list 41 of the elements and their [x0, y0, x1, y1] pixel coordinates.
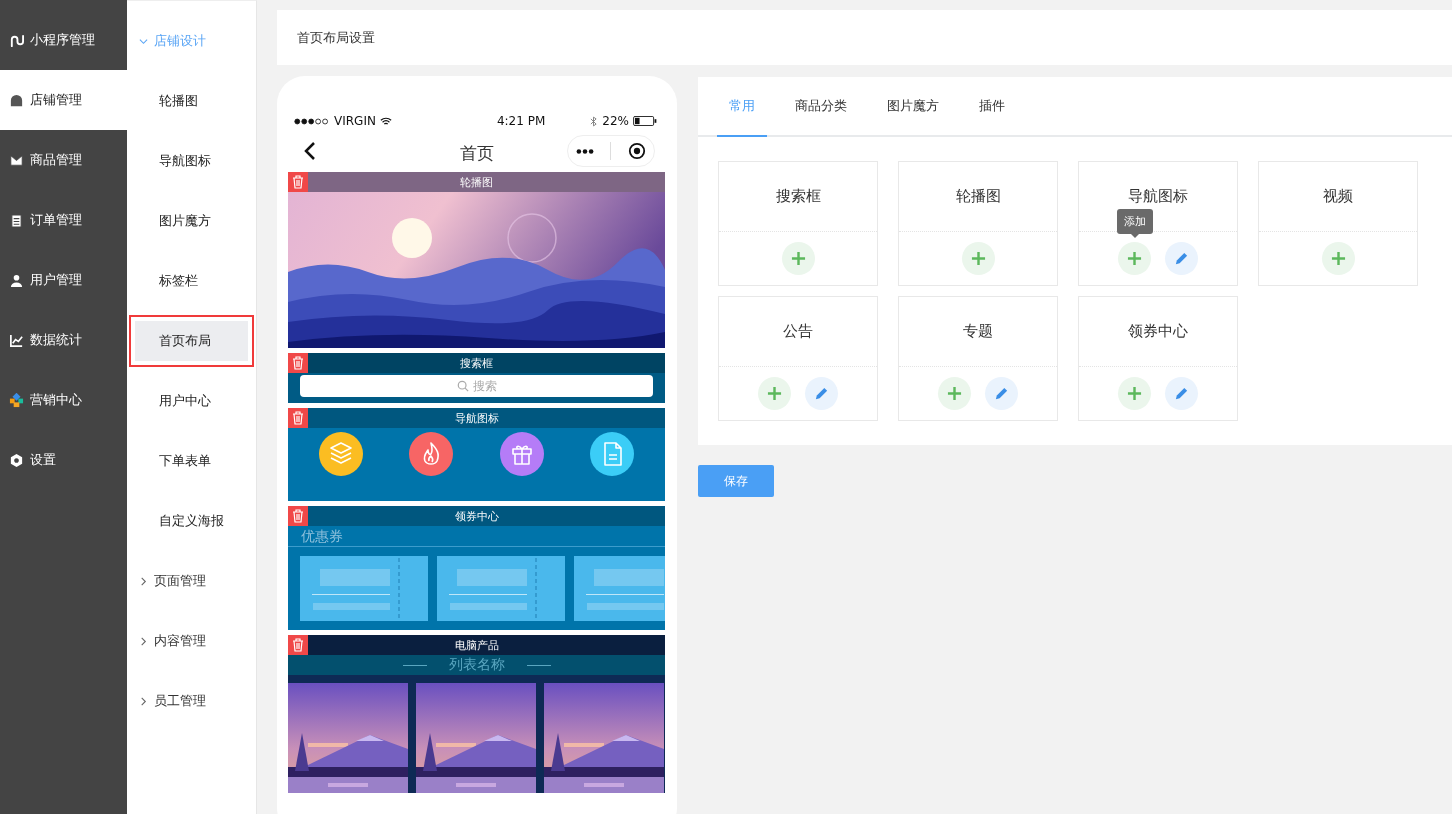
sidebar-item[interactable]: 用户管理: [0, 250, 127, 310]
coupon-title: 优惠券: [288, 526, 665, 547]
clock-text: 4:21 PM: [495, 114, 546, 128]
component-label: 导航图标: [1128, 187, 1188, 206]
module-label: 领券中心: [454, 508, 499, 524]
component-label: 领券中心: [1128, 322, 1188, 341]
tab[interactable]: 图片魔方: [875, 77, 951, 137]
module-label: 轮播图: [460, 174, 493, 190]
submenu-item[interactable]: 导航图标: [135, 141, 248, 181]
nav-title: 首页: [458, 142, 495, 165]
page-title: 首页布局设置: [297, 28, 375, 47]
component-label: 专题: [963, 322, 993, 341]
component-label: 公告: [783, 322, 813, 341]
battery-text: 22%: [602, 114, 629, 128]
submenu-item[interactable]: 下单表单: [135, 441, 248, 481]
submenu-item[interactable]: 用户中心: [135, 381, 248, 421]
sidebar-item[interactable]: 小程序管理: [0, 10, 127, 70]
sidebar-item[interactable]: 订单管理: [0, 190, 127, 250]
list-title: 列表名称: [448, 656, 505, 674]
carrier-text: VIRGIN: [334, 114, 376, 128]
submenu-group[interactable]: 页面管理: [127, 551, 256, 611]
submenu-item[interactable]: 自定义海报: [135, 501, 248, 541]
module-label: 电脑产品: [454, 637, 499, 653]
submenu-item[interactable]: 首页布局: [135, 321, 248, 361]
component-label: 轮播图: [955, 187, 1001, 206]
sidebar-item[interactable]: 商品管理: [0, 130, 127, 190]
component-label: 搜索框: [775, 187, 821, 206]
tab[interactable]: 插件: [967, 77, 1017, 137]
module-label: 导航图标: [454, 410, 499, 426]
sidebar-item[interactable]: 店铺管理: [0, 70, 127, 130]
tab[interactable]: 商品分类: [783, 77, 859, 137]
sidebar-item[interactable]: 数据统计: [0, 310, 127, 370]
component-label: 视频: [1323, 187, 1353, 206]
sidebar-item[interactable]: 设置: [0, 430, 127, 490]
submenu-group[interactable]: 员工管理: [127, 671, 256, 731]
sidebar-item[interactable]: 营销中心: [0, 370, 127, 430]
submenu-group[interactable]: 内容管理: [127, 611, 256, 671]
submenu-item[interactable]: 图片魔方: [135, 201, 248, 241]
module-label: 搜索框: [460, 355, 493, 371]
submenu-item[interactable]: 标签栏: [135, 261, 248, 301]
submenu-item[interactable]: 轮播图: [135, 81, 248, 121]
